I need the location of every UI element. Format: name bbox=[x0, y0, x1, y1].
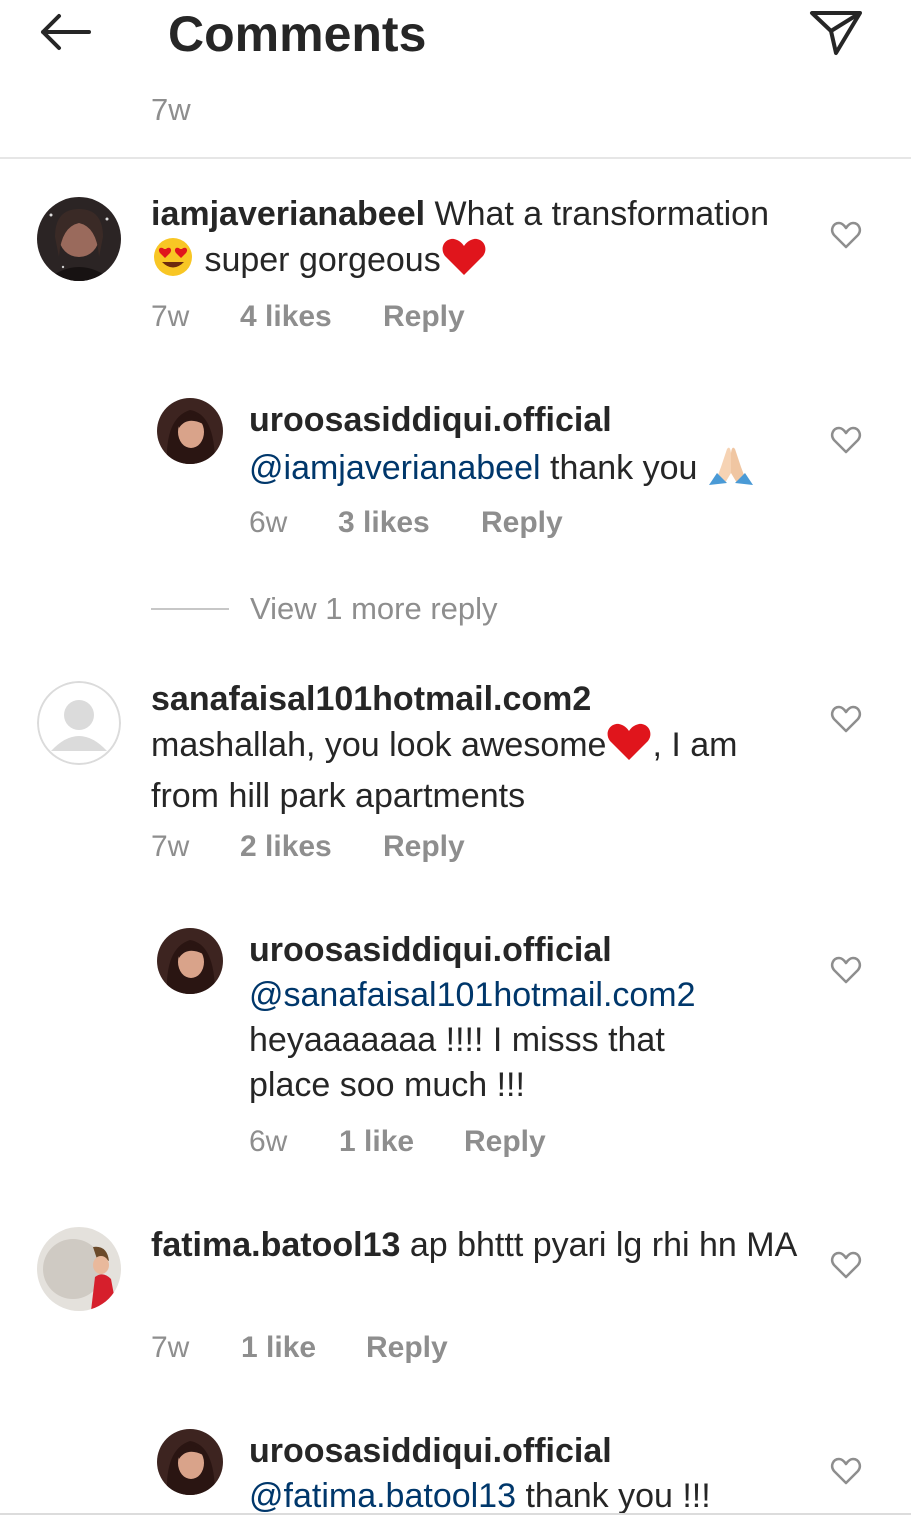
avatar[interactable] bbox=[37, 1227, 121, 1311]
mention-link[interactable]: @sanafaisal101hotmail.com2 bbox=[249, 976, 696, 1014]
comment-time: 6w bbox=[249, 506, 288, 539]
comment-body: heyaaaaaaa !!!! I misss that place soo m… bbox=[249, 1021, 665, 1104]
comment-meta: 7w 1 like Reply bbox=[151, 1328, 448, 1368]
comment-username[interactable]: uroosasiddiqui.official bbox=[249, 931, 612, 969]
view-more-label: View 1 more reply bbox=[250, 591, 498, 626]
comment-body: mashallah, you look awesome bbox=[151, 726, 607, 764]
comment-time: 7w bbox=[151, 300, 190, 333]
comment-username[interactable]: fatima.batool13 bbox=[151, 1226, 400, 1264]
comment-meta: 7w 2 likes Reply bbox=[151, 827, 465, 867]
back-button[interactable] bbox=[34, 8, 96, 56]
header-bar: Comments bbox=[0, 0, 911, 70]
comment-username[interactable]: sanafaisal101hotmail.com2 bbox=[151, 680, 591, 718]
divider bbox=[0, 157, 911, 159]
comment-text: fatima.batool13 ap bhttt pyari lg rhi hn… bbox=[151, 1223, 811, 1268]
reply-text: uroosasiddiqui.official @sanafaisal101hot… bbox=[249, 928, 809, 1108]
comment-meta: 7w 4 likes Reply bbox=[151, 297, 465, 337]
like-heart-icon[interactable] bbox=[830, 220, 862, 250]
page-title: Comments bbox=[168, 6, 427, 62]
like-heart-icon[interactable] bbox=[830, 1456, 862, 1486]
reply-button[interactable]: Reply bbox=[464, 1122, 546, 1162]
reply-text: uroosasiddiqui.official @iamjaverianabeel… bbox=[249, 398, 809, 497]
reply-button[interactable]: Reply bbox=[383, 297, 465, 337]
red-heart-emoji bbox=[606, 722, 652, 774]
folded-hands-emoji bbox=[707, 443, 755, 497]
likes-count[interactable]: 2 likes bbox=[240, 827, 383, 867]
reply-text: uroosasiddiqui.official @fatima.batool13 … bbox=[249, 1429, 809, 1513]
arrow-left-icon bbox=[41, 14, 91, 50]
comment-username[interactable]: uroosasiddiqui.official bbox=[249, 1432, 612, 1470]
likes-count[interactable]: 3 likes bbox=[338, 503, 481, 543]
comment-text: sanafaisal101hotmail.com2 mashallah, you … bbox=[151, 677, 791, 819]
likes-count[interactable]: 1 like bbox=[339, 1122, 464, 1162]
comment-text: iamjaverianabeel What a transformation s… bbox=[151, 192, 791, 289]
reply-button[interactable]: Reply bbox=[383, 827, 465, 867]
comment-time: 6w bbox=[249, 1125, 288, 1158]
comment-body-2: super gorgeous bbox=[195, 241, 441, 279]
heart-eyes-emoji bbox=[151, 237, 195, 289]
paper-plane-icon bbox=[810, 11, 862, 55]
avatar[interactable] bbox=[157, 928, 223, 994]
comment-username[interactable]: uroosasiddiqui.official bbox=[249, 401, 612, 439]
like-heart-icon[interactable] bbox=[830, 955, 862, 985]
divider bbox=[0, 1513, 911, 1515]
comment-meta: 6w 3 likes Reply bbox=[249, 503, 563, 543]
like-heart-icon[interactable] bbox=[830, 1250, 862, 1280]
comment-body: What a transformation bbox=[425, 195, 769, 233]
view-more-replies-button[interactable]: View 1 more reply bbox=[151, 588, 498, 630]
comment-time: 7w bbox=[151, 1331, 190, 1364]
comment-body: ap bhttt pyari lg rhi hn MA bbox=[400, 1226, 798, 1264]
likes-count[interactable]: 4 likes bbox=[240, 297, 383, 337]
reply-button[interactable]: Reply bbox=[481, 503, 563, 543]
mention-link[interactable]: @iamjaverianabeel bbox=[249, 449, 541, 487]
comment-body: thank you bbox=[540, 449, 707, 487]
comment-time: 7w bbox=[151, 830, 190, 863]
caption-timestamp: 7w bbox=[151, 92, 191, 127]
reply-button[interactable]: Reply bbox=[366, 1328, 448, 1368]
comment-username[interactable]: iamjaverianabeel bbox=[151, 195, 425, 233]
likes-count[interactable]: 1 like bbox=[241, 1328, 366, 1368]
avatar[interactable] bbox=[37, 197, 121, 281]
avatar[interactable] bbox=[157, 398, 223, 464]
avatar[interactable] bbox=[157, 1429, 223, 1495]
avatar[interactable] bbox=[37, 681, 121, 765]
comment-body: thank you !!! bbox=[516, 1477, 711, 1513]
like-heart-icon[interactable] bbox=[830, 425, 862, 455]
red-heart-emoji bbox=[441, 237, 487, 289]
like-heart-icon[interactable] bbox=[830, 704, 862, 734]
comment-meta: 6w 1 like Reply bbox=[249, 1122, 546, 1162]
mention-link[interactable]: @fatima.batool13 bbox=[249, 1477, 516, 1513]
divider bbox=[151, 608, 229, 610]
share-button[interactable] bbox=[806, 4, 866, 60]
